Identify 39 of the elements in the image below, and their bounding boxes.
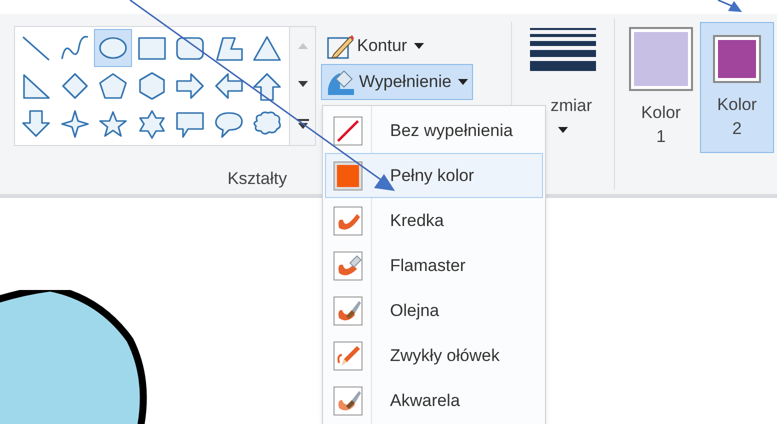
speech-bubble-icon	[174, 109, 206, 139]
triangle-icon	[251, 33, 284, 63]
color-button[interactable]: Kolor 1	[624, 22, 698, 153]
no-fill-icon	[333, 116, 363, 146]
fill-button[interactable]: Wypełnienie	[321, 64, 474, 100]
size-lines-icon[interactable]	[530, 28, 596, 71]
menu-item[interactable]: Flamaster	[325, 243, 543, 288]
group-label: Kształty	[227, 168, 287, 190]
shape-tile[interactable]	[94, 29, 132, 67]
annotation-arrow	[718, 0, 742, 12]
solid-fill-icon	[333, 160, 363, 190]
brush-icon	[333, 296, 363, 326]
caret-icon[interactable]	[558, 126, 568, 132]
menu-item[interactable]: Olejna	[325, 288, 543, 333]
color-button[interactable]: Kolor 2	[700, 22, 774, 153]
scroll-down-icon[interactable]	[298, 81, 308, 87]
right-arrow-icon	[174, 71, 206, 101]
brush-icon	[333, 386, 363, 416]
outline-button[interactable]: Kontur	[321, 30, 430, 62]
left-arrow-icon	[212, 71, 245, 101]
caret-icon	[458, 79, 468, 85]
caret-icon	[414, 43, 424, 49]
menu-item[interactable]: Akwarela	[325, 378, 543, 423]
expand-gallery-icon[interactable]	[296, 119, 308, 129]
down-arrow-icon	[20, 109, 52, 139]
up-arrow-icon	[251, 71, 284, 101]
pentagon-icon	[97, 71, 130, 101]
pencil-icon	[333, 340, 363, 370]
four-point-star-icon	[58, 109, 91, 139]
oval-speech-bubble-icon	[212, 109, 245, 139]
right-triangle-icon	[20, 71, 52, 101]
five-point-star-icon	[97, 109, 130, 139]
menu-item[interactable]: Pełny kolor	[325, 153, 543, 198]
menu-item[interactable]: Kredka	[325, 198, 543, 243]
marker-icon	[333, 250, 363, 280]
crayon-icon	[333, 206, 363, 236]
menu-item[interactable]: Bez wypełnienia	[325, 108, 543, 153]
size-label[interactable]: zmiar	[550, 93, 592, 118]
menu-item[interactable]: Zwykły ołówek	[325, 333, 543, 378]
